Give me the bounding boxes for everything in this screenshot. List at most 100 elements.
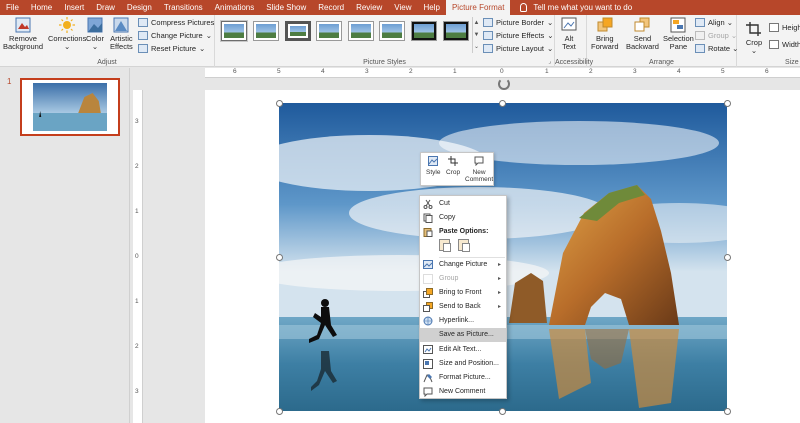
crop-icon	[746, 22, 761, 36]
menu-item-send-to-back[interactable]: Send to Back ▸	[420, 300, 506, 314]
paste-option-use-destination-theme-icon[interactable]	[439, 239, 451, 252]
menu-label: Save as Picture...	[439, 331, 494, 338]
resize-handle-top[interactable]	[499, 100, 506, 107]
remove-background-button[interactable]: Remove Background	[3, 17, 43, 51]
menu-item-size-and-position[interactable]: Size and Position...	[420, 357, 506, 371]
picture-style-6[interactable]	[379, 21, 405, 41]
chevron-down-icon: ⌄	[546, 18, 554, 27]
tab-animations[interactable]: Animations	[209, 0, 261, 15]
menu-item-edit-alt-text[interactable]: Edit Alt Text...	[420, 343, 506, 357]
menu-item-cut[interactable]: Cut	[420, 197, 506, 211]
selection-pane-button[interactable]: Selection Pane	[663, 17, 694, 51]
mini-toolbar: Style Crop New Comment	[420, 152, 494, 186]
ruler-number: 1	[545, 68, 549, 75]
tab-view[interactable]: View	[388, 0, 417, 15]
size-group-label: Size	[785, 59, 799, 66]
menu-label: Hyperlink...	[439, 317, 475, 324]
hyperlink-icon	[423, 316, 433, 326]
crop-button[interactable]: Crop ⌄	[745, 21, 763, 55]
menu-item-group[interactable]: Group ▸	[420, 272, 506, 286]
artistic-label-2: Effects	[110, 42, 133, 51]
styles-gallery-scroll[interactable]: ▲ ▼ ⌄	[472, 17, 480, 53]
mini-new-comment-button[interactable]: New Comment	[465, 156, 493, 183]
change-picture-button[interactable]: Change Picture ⌄	[138, 31, 212, 40]
tab-picture-format[interactable]: Picture Format	[445, 0, 511, 15]
resize-handle-top-left[interactable]	[276, 100, 283, 107]
menu-item-bring-to-front[interactable]: Bring to Front ▸	[420, 286, 506, 300]
picture-layout-button[interactable]: Picture Layout ⌄	[483, 44, 553, 53]
menu-item-format-picture[interactable]: Format Picture...	[420, 371, 506, 385]
align-label: Align	[708, 18, 725, 27]
reset-picture-icon	[138, 44, 148, 53]
picture-style-4[interactable]	[316, 21, 342, 41]
mini-style-button[interactable]: Style	[426, 156, 440, 176]
selection-pane-icon	[670, 17, 686, 33]
chevron-down-icon: ⌄	[64, 42, 71, 51]
tab-review[interactable]: Review	[350, 0, 388, 15]
accessibility-group-label: Accessibility	[555, 59, 594, 66]
resize-handle-bottom-right[interactable]	[724, 408, 731, 415]
tab-record[interactable]: Record	[312, 0, 350, 15]
corrections-button[interactable]: Corrections ⌄	[48, 17, 86, 51]
tab-transitions[interactable]: Transitions	[158, 0, 209, 15]
picture-style-1[interactable]	[220, 20, 248, 42]
chevron-down-icon: ⌄	[546, 44, 554, 53]
picture-style-5[interactable]	[348, 21, 374, 41]
menu-item-paste-options: Paste Options:	[420, 225, 506, 239]
picture-border-button[interactable]: Picture Border ⌄	[483, 18, 553, 27]
picture-effects-button[interactable]: Picture Effects ⌄	[483, 31, 554, 40]
ribbon: Remove Background Corrections ⌄ Color ⌄ …	[0, 15, 800, 67]
chevron-down-icon: ⌄	[547, 31, 554, 40]
picture-style-7[interactable]	[411, 21, 437, 41]
send-backward-button[interactable]: Send Backward	[626, 17, 659, 51]
paste-option-picture-icon[interactable]	[458, 239, 470, 252]
comment-icon	[474, 156, 484, 166]
change-picture-icon	[423, 260, 433, 269]
chevron-down-icon: ⌄	[205, 31, 212, 40]
alt-text-button[interactable]: Alt Text	[560, 17, 578, 51]
tab-insert[interactable]: Insert	[58, 0, 90, 15]
resize-handle-bottom-left[interactable]	[276, 408, 283, 415]
menu-item-copy[interactable]: Copy	[420, 211, 506, 225]
change-picture-icon	[138, 31, 148, 40]
menu-item-change-picture[interactable]: Change Picture ▸	[420, 258, 506, 272]
chevron-down-icon: ⌄	[199, 44, 206, 53]
menu-item-new-comment[interactable]: New Comment	[420, 385, 506, 399]
slide-thumbnail[interactable]	[20, 78, 120, 136]
artistic-effects-button[interactable]: Artistic Effects	[110, 17, 133, 51]
resize-handle-right[interactable]	[724, 254, 731, 261]
align-button[interactable]: Align ⌄	[695, 18, 733, 27]
tab-slide-show[interactable]: Slide Show	[260, 0, 312, 15]
picture-style-2[interactable]	[253, 21, 279, 41]
rotate-handle[interactable]	[498, 78, 510, 90]
rotate-button[interactable]: Rotate ⌄	[695, 44, 738, 53]
reset-picture-button[interactable]: Reset Picture ⌄	[138, 44, 205, 53]
height-field[interactable]: Heigh	[769, 23, 800, 32]
ruler-number: 3	[365, 68, 369, 75]
tab-draw[interactable]: Draw	[90, 0, 121, 15]
color-button[interactable]: Color ⌄	[86, 17, 104, 51]
tab-home[interactable]: Home	[25, 0, 58, 15]
tell-me-box[interactable]: Tell me what you want to do	[520, 3, 632, 12]
mini-crop-button[interactable]: Crop	[446, 156, 460, 176]
chevron-down-icon: ⌄	[726, 18, 733, 27]
comment-icon	[423, 387, 433, 397]
tab-help[interactable]: Help	[418, 0, 446, 15]
picture-style-3[interactable]	[285, 21, 311, 41]
group-label: Group	[708, 31, 729, 40]
width-field[interactable]: Width	[769, 40, 800, 49]
menu-label: Send to Back	[439, 303, 481, 310]
tab-design[interactable]: Design	[121, 0, 158, 15]
picture-style-8[interactable]	[443, 21, 469, 41]
group-button[interactable]: Group ⌄	[695, 31, 737, 40]
resize-handle-left[interactable]	[276, 254, 283, 261]
menu-item-save-as-picture[interactable]: Save as Picture...	[420, 328, 506, 342]
ruler-number: 2	[589, 68, 593, 75]
compress-pictures-button[interactable]: Compress Pictures	[138, 18, 214, 27]
dialog-launcher-icon[interactable]: ⌟	[548, 58, 551, 65]
resize-handle-top-right[interactable]	[724, 100, 731, 107]
resize-handle-bottom[interactable]	[499, 408, 506, 415]
menu-item-hyperlink[interactable]: Hyperlink...	[420, 314, 506, 328]
tab-file[interactable]: File	[0, 0, 25, 15]
bring-forward-button[interactable]: Bring Forward	[591, 17, 619, 51]
